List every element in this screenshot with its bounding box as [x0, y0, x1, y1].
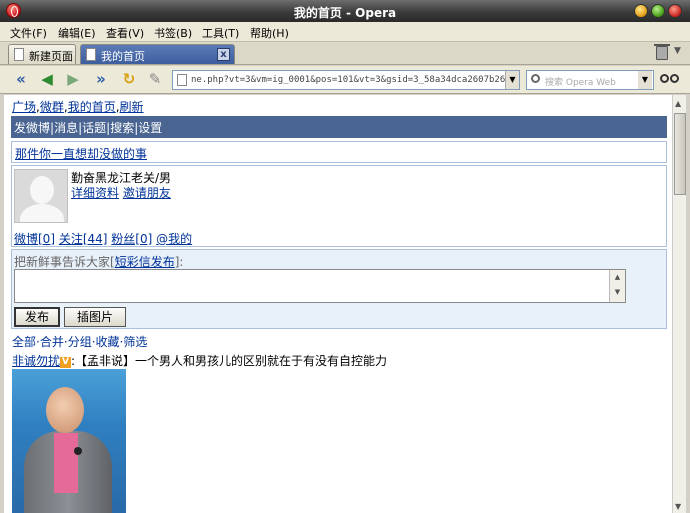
- tab-new-page[interactable]: 新建页面: [8, 44, 76, 64]
- window-titlebar: 我的首页 - Opera: [0, 0, 690, 22]
- textarea-scrollbar[interactable]: ▲ ▼: [609, 270, 625, 302]
- page-icon: [86, 48, 96, 61]
- stat-fans[interactable]: 粉丝[0]: [111, 232, 152, 246]
- search-icon: [531, 74, 540, 83]
- page-icon: [177, 74, 187, 86]
- top-links: 广场,微群,我的首页,刷新: [12, 100, 144, 114]
- feed-image[interactable]: [12, 369, 126, 513]
- feed-filters: 全部·合并·分组·收藏·筛选: [12, 335, 148, 349]
- nav-messages[interactable]: 消息: [54, 121, 78, 135]
- link-invite[interactable]: 邀请朋友: [123, 186, 171, 200]
- filter-all[interactable]: 全部: [12, 335, 36, 349]
- menu-tools[interactable]: 工具(T): [202, 25, 239, 41]
- forward-arrow-icon[interactable]: ▶: [64, 71, 82, 89]
- stat-following[interactable]: 关注[44]: [59, 232, 108, 246]
- link-weiqun[interactable]: 微群: [40, 100, 64, 114]
- compose-label: 把新鲜事告诉大家[短彩信发布]:: [14, 255, 184, 269]
- tab-label: 我的首页: [101, 50, 145, 63]
- link-my-home[interactable]: 我的首页: [68, 100, 116, 114]
- publish-button[interactable]: 发布: [14, 307, 60, 327]
- nav-search[interactable]: 搜索: [110, 121, 134, 135]
- profile-card: 勤奋黑龙江老关/男 详细资料 邀请朋友 微博[0] 关注[44] 粉丝[0] @…: [11, 165, 667, 247]
- address-bar[interactable]: ne.php?vt=3&vm=ig_0001&pos=101&vt=3&gsid…: [172, 70, 520, 90]
- menu-bar: 文件(F) 编辑(E) 查看(V) 书签(B) 工具(T) 帮助(H): [0, 22, 690, 42]
- compose-box: 把新鲜事告诉大家[短彩信发布]: ▲ ▼ 发布 插图片: [11, 249, 667, 329]
- verified-badge-icon: V: [60, 357, 72, 368]
- stat-at-me[interactable]: @我的: [156, 232, 192, 246]
- maximize-button[interactable]: [651, 4, 665, 18]
- close-window-button[interactable]: [668, 4, 682, 18]
- search-engine-dropdown-icon[interactable]: ▼: [638, 71, 652, 89]
- window-right-border: [686, 95, 690, 513]
- slogan-banner: 那件你一直想却没做的事: [11, 141, 667, 163]
- window-title: 我的首页 - Opera: [293, 6, 397, 20]
- reload-icon[interactable]: ↻: [120, 71, 138, 89]
- page-scrollbar[interactable]: ▲ ▼: [672, 95, 686, 513]
- rewind-icon[interactable]: «: [12, 71, 30, 89]
- tab-my-home[interactable]: 我的首页 x: [80, 44, 235, 64]
- feed-author-link[interactable]: 非诚勿扰: [12, 354, 60, 368]
- site-nav-bar: 发微博|消息|话题|搜索|设置: [11, 116, 667, 138]
- menu-edit[interactable]: 编辑(E): [58, 25, 96, 41]
- navigation-toolbar: « ◀ ▶ » ↻ ✎ ne.php?vt=3&vm=ig_0001&pos=1…: [0, 66, 690, 94]
- insert-image-button[interactable]: 插图片: [64, 307, 126, 327]
- link-details[interactable]: 详细资料: [71, 186, 119, 200]
- filter-group[interactable]: 分组: [68, 335, 92, 349]
- nav-settings[interactable]: 设置: [138, 121, 162, 135]
- nav-post[interactable]: 发微博: [14, 121, 50, 135]
- search-placeholder: 搜索 Opera Web: [545, 78, 616, 88]
- chevron-down-icon[interactable]: ▼: [674, 46, 681, 56]
- filter-merge[interactable]: 合并: [40, 335, 64, 349]
- slogan-link[interactable]: 那件你一直想却没做的事: [15, 147, 147, 161]
- menu-view[interactable]: 查看(V): [106, 25, 144, 41]
- minimize-button[interactable]: [634, 4, 648, 18]
- page-content: 广场,微群,我的首页,刷新 发微博|消息|话题|搜索|设置 那件你一直想却没做的…: [4, 95, 672, 513]
- feed-item: 非诚勿扰 V:【孟非说】一个男人和男孩儿的区别就在于有没有自控能力: [12, 352, 387, 369]
- trash-icon[interactable]: [654, 44, 670, 60]
- profile-links: 详细资料 邀请朋友: [71, 184, 171, 201]
- nav-topics[interactable]: 话题: [82, 121, 106, 135]
- back-arrow-icon[interactable]: ◀: [38, 71, 56, 89]
- menu-bookmarks[interactable]: 书签(B): [154, 25, 192, 41]
- tab-bar: 新建页面 我的首页 x: [0, 42, 690, 65]
- feed-text: :【孟非说】一个男人和男孩儿的区别就在于有没有自控能力: [71, 354, 388, 368]
- compose-textarea[interactable]: ▲ ▼: [14, 269, 626, 303]
- zoom-glasses-icon[interactable]: [660, 72, 680, 86]
- scroll-down-icon[interactable]: ▼: [675, 502, 681, 511]
- page-icon: [14, 48, 24, 61]
- stat-weibo[interactable]: 微博[0]: [14, 232, 55, 246]
- menu-help[interactable]: 帮助(H): [250, 25, 289, 41]
- link-refresh[interactable]: 刷新: [120, 100, 144, 114]
- link-sms-publish[interactable]: 短彩信发布: [115, 255, 175, 269]
- filter-favorites[interactable]: 收藏: [96, 335, 120, 349]
- edit-pen-icon[interactable]: ✎: [146, 71, 164, 89]
- address-text: ne.php?vt=3&vm=ig_0001&pos=101&vt=3&gsid…: [191, 75, 517, 85]
- tab-label: 新建页面: [29, 50, 73, 63]
- scroll-up-icon[interactable]: ▲: [675, 99, 681, 108]
- tab-close-icon[interactable]: x: [217, 48, 230, 61]
- link-plaza[interactable]: 广场: [12, 100, 36, 114]
- avatar[interactable]: [14, 169, 68, 223]
- menu-file[interactable]: 文件(F): [10, 25, 47, 41]
- search-input[interactable]: 搜索 Opera Web: [526, 70, 654, 90]
- scroll-thumb[interactable]: [674, 113, 686, 195]
- filter-screen[interactable]: 筛选: [123, 335, 147, 349]
- address-dropdown-icon[interactable]: ▼: [505, 71, 519, 89]
- fast-forward-icon[interactable]: »: [92, 71, 110, 89]
- profile-stats: 微博[0] 关注[44] 粉丝[0] @我的: [14, 230, 192, 247]
